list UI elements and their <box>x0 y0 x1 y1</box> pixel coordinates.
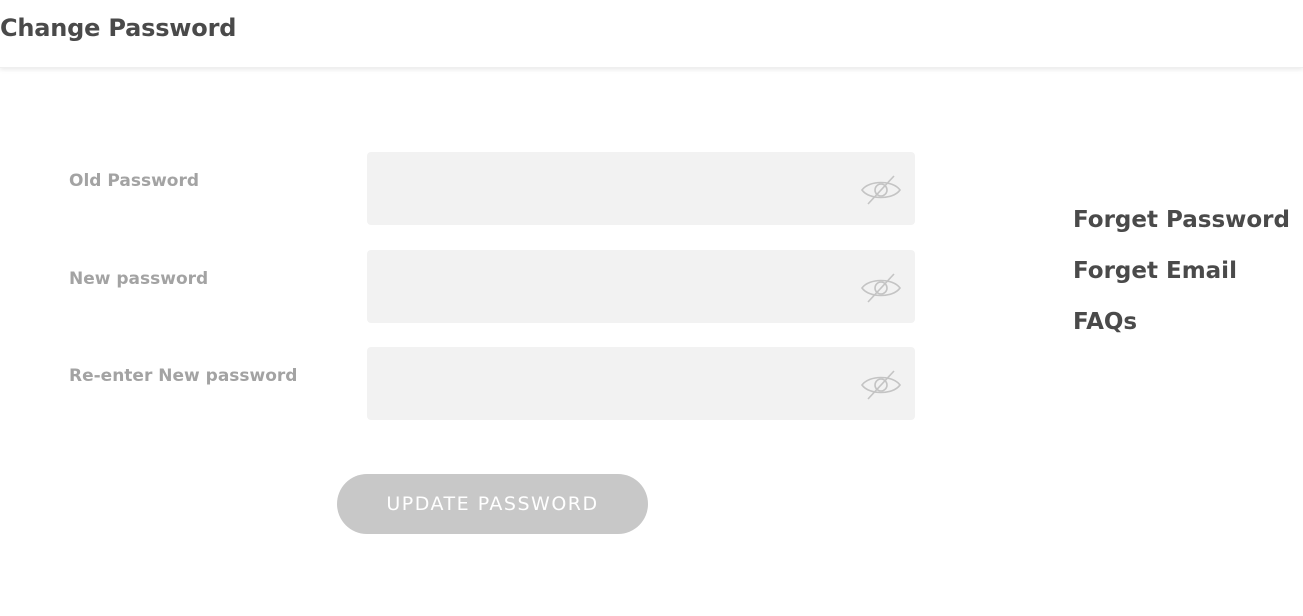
faqs-link[interactable]: FAQs <box>1073 309 1137 335</box>
confirm-password-field-container <box>367 347 915 420</box>
update-password-button[interactable]: UPDATE PASSWORD <box>337 474 648 534</box>
new-password-label: New password <box>69 269 209 289</box>
new-password-input[interactable] <box>367 250 879 323</box>
eye-slash-icon[interactable] <box>859 272 903 304</box>
old-password-field-container <box>367 152 915 225</box>
forget-email-link[interactable]: Forget Email <box>1073 258 1237 284</box>
confirm-password-input[interactable] <box>367 347 879 420</box>
forget-password-link[interactable]: Forget Password <box>1073 207 1290 233</box>
old-password-input[interactable] <box>367 152 879 225</box>
eye-slash-icon[interactable] <box>859 174 903 206</box>
new-password-field-container <box>367 250 915 323</box>
confirm-password-label: Re-enter New password <box>69 366 298 386</box>
page-header: Change Password <box>0 0 1303 68</box>
eye-slash-icon[interactable] <box>859 369 903 401</box>
old-password-label: Old Password <box>69 171 200 191</box>
page-title: Change Password <box>0 14 237 42</box>
